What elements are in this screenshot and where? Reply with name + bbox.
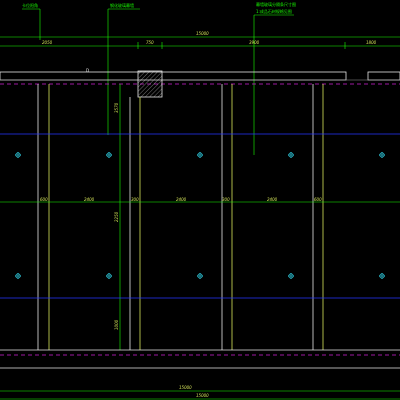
annotation-top-right-2: 1:成品石材规格见图 bbox=[256, 8, 292, 14]
row-dim-2: 2400 bbox=[84, 197, 95, 202]
vertical-dim-bottom: 1000 bbox=[114, 319, 119, 330]
row-dim-7: 600 bbox=[314, 197, 322, 202]
beam-mark: D bbox=[86, 68, 89, 73]
top-seg-dim-2: 750 bbox=[146, 40, 154, 45]
vertical-dim-mid: 2250 bbox=[114, 211, 119, 222]
vertical-dim-top: 3570 bbox=[114, 102, 119, 113]
top-seg-dim-1: 2050 bbox=[42, 40, 53, 45]
annotation-top-left: 卡位阳角 bbox=[22, 2, 38, 8]
row-dim-1: 600 bbox=[40, 197, 48, 202]
row-dim-6: 2400 bbox=[267, 197, 278, 202]
row-dim-5: 300 bbox=[222, 197, 230, 202]
column-hatched bbox=[137, 70, 163, 98]
bottom-dim-inner: 15000 bbox=[196, 393, 209, 398]
background bbox=[0, 0, 400, 400]
annotation-top-right-1: 幕墙玻璃分隔条尺寸图 bbox=[256, 1, 296, 7]
annotation-top-mid: 钢化玻璃幕墙 bbox=[110, 2, 134, 8]
cad-elevation-drawing: 卡位阳角 钢化玻璃幕墙 幕墙玻璃分隔条尺寸图 1:成品石材规格见图 15000 … bbox=[0, 0, 400, 400]
top-seg-dim-4: 1800 bbox=[366, 40, 377, 45]
top-overall-dim-text: 15000 bbox=[196, 31, 209, 36]
row-dim-4: 2400 bbox=[176, 197, 187, 202]
top-seg-dim-3: 3900 bbox=[249, 40, 260, 45]
row-dim-3: 300 bbox=[131, 197, 139, 202]
bottom-dim-outer: 15000 bbox=[179, 385, 192, 390]
